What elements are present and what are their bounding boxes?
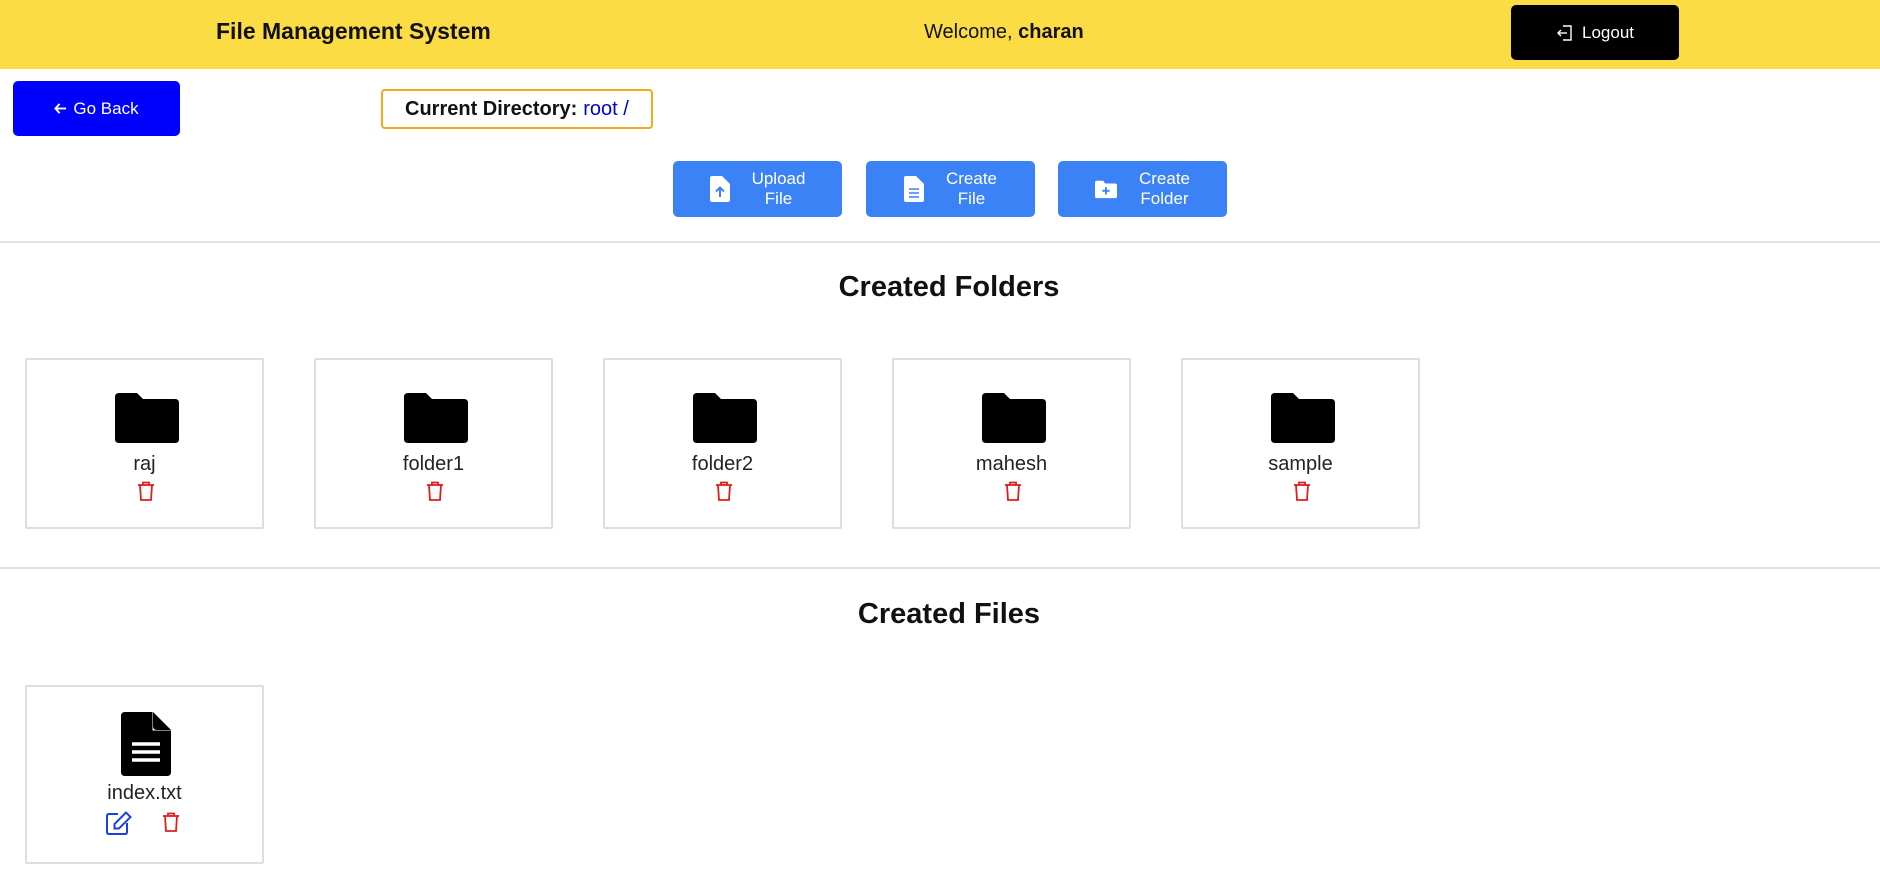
- welcome-prefix: Welcome,: [924, 21, 1013, 43]
- folder-card[interactable]: folder1: [314, 358, 553, 529]
- current-directory: Current Directory: root /: [381, 89, 653, 129]
- folder-name: sample: [1268, 453, 1333, 475]
- upload-file-button[interactable]: Upload File: [673, 161, 842, 217]
- create-file-button[interactable]: Create File: [866, 161, 1035, 217]
- go-back-label: Go Back: [73, 98, 139, 118]
- folder-card[interactable]: mahesh: [892, 358, 1131, 529]
- trash-icon[interactable]: [137, 481, 155, 501]
- folders-section-title: Created Folders: [838, 271, 1060, 303]
- folder-card[interactable]: folder2: [603, 358, 842, 529]
- divider: [0, 567, 1880, 569]
- edit-icon[interactable]: [106, 811, 132, 835]
- file-upload-icon: [709, 176, 730, 202]
- current-directory-path[interactable]: root /: [583, 98, 629, 121]
- folder-name: folder2: [691, 453, 754, 475]
- folder-icon: [982, 393, 1046, 443]
- trash-icon[interactable]: [162, 812, 180, 832]
- file-card[interactable]: index.txt: [25, 685, 264, 864]
- create-folder-label-line2: Folder: [1140, 189, 1189, 208]
- files-section-title: Created Files: [857, 598, 1041, 630]
- file-name: index.txt: [107, 782, 182, 804]
- arrow-left-icon: [54, 103, 67, 114]
- app-title: File Management System: [216, 18, 491, 44]
- file-lines-icon: [903, 176, 924, 202]
- folder-name: mahesh: [975, 453, 1048, 475]
- upload-label-line1: Upload: [751, 169, 806, 188]
- file-text-icon: [121, 712, 171, 776]
- trash-icon[interactable]: [1004, 481, 1022, 501]
- create-file-label-line1: Create: [945, 169, 998, 188]
- create-folder-button[interactable]: Create Folder: [1058, 161, 1227, 217]
- upload-label-line2: File: [764, 189, 793, 208]
- folder-name: folder1: [402, 453, 465, 475]
- folder-icon: [404, 393, 468, 443]
- create-folder-label-line1: Create: [1138, 169, 1191, 188]
- current-directory-label: Current Directory:: [405, 97, 578, 120]
- folder-card[interactable]: raj: [25, 358, 264, 529]
- welcome-message: Welcome, charan: [924, 21, 1084, 44]
- trash-icon[interactable]: [715, 481, 733, 501]
- folder-plus-icon: [1094, 180, 1117, 199]
- navbar: File Management System Welcome, charan L…: [0, 0, 1880, 69]
- folder-icon: [1271, 393, 1335, 443]
- create-file-label-line2: File: [957, 189, 986, 208]
- trash-icon[interactable]: [426, 481, 444, 501]
- username: charan: [1018, 21, 1084, 43]
- folder-card[interactable]: sample: [1181, 358, 1420, 529]
- folder-name: raj: [133, 453, 156, 475]
- logout-label: Logout: [1582, 22, 1634, 42]
- folder-icon: [115, 393, 179, 443]
- logout-button[interactable]: Logout: [1511, 5, 1679, 60]
- divider: [0, 241, 1880, 243]
- folder-icon: [693, 393, 757, 443]
- logout-icon: [1557, 24, 1572, 41]
- trash-icon[interactable]: [1293, 481, 1311, 501]
- go-back-button[interactable]: Go Back: [13, 81, 180, 136]
